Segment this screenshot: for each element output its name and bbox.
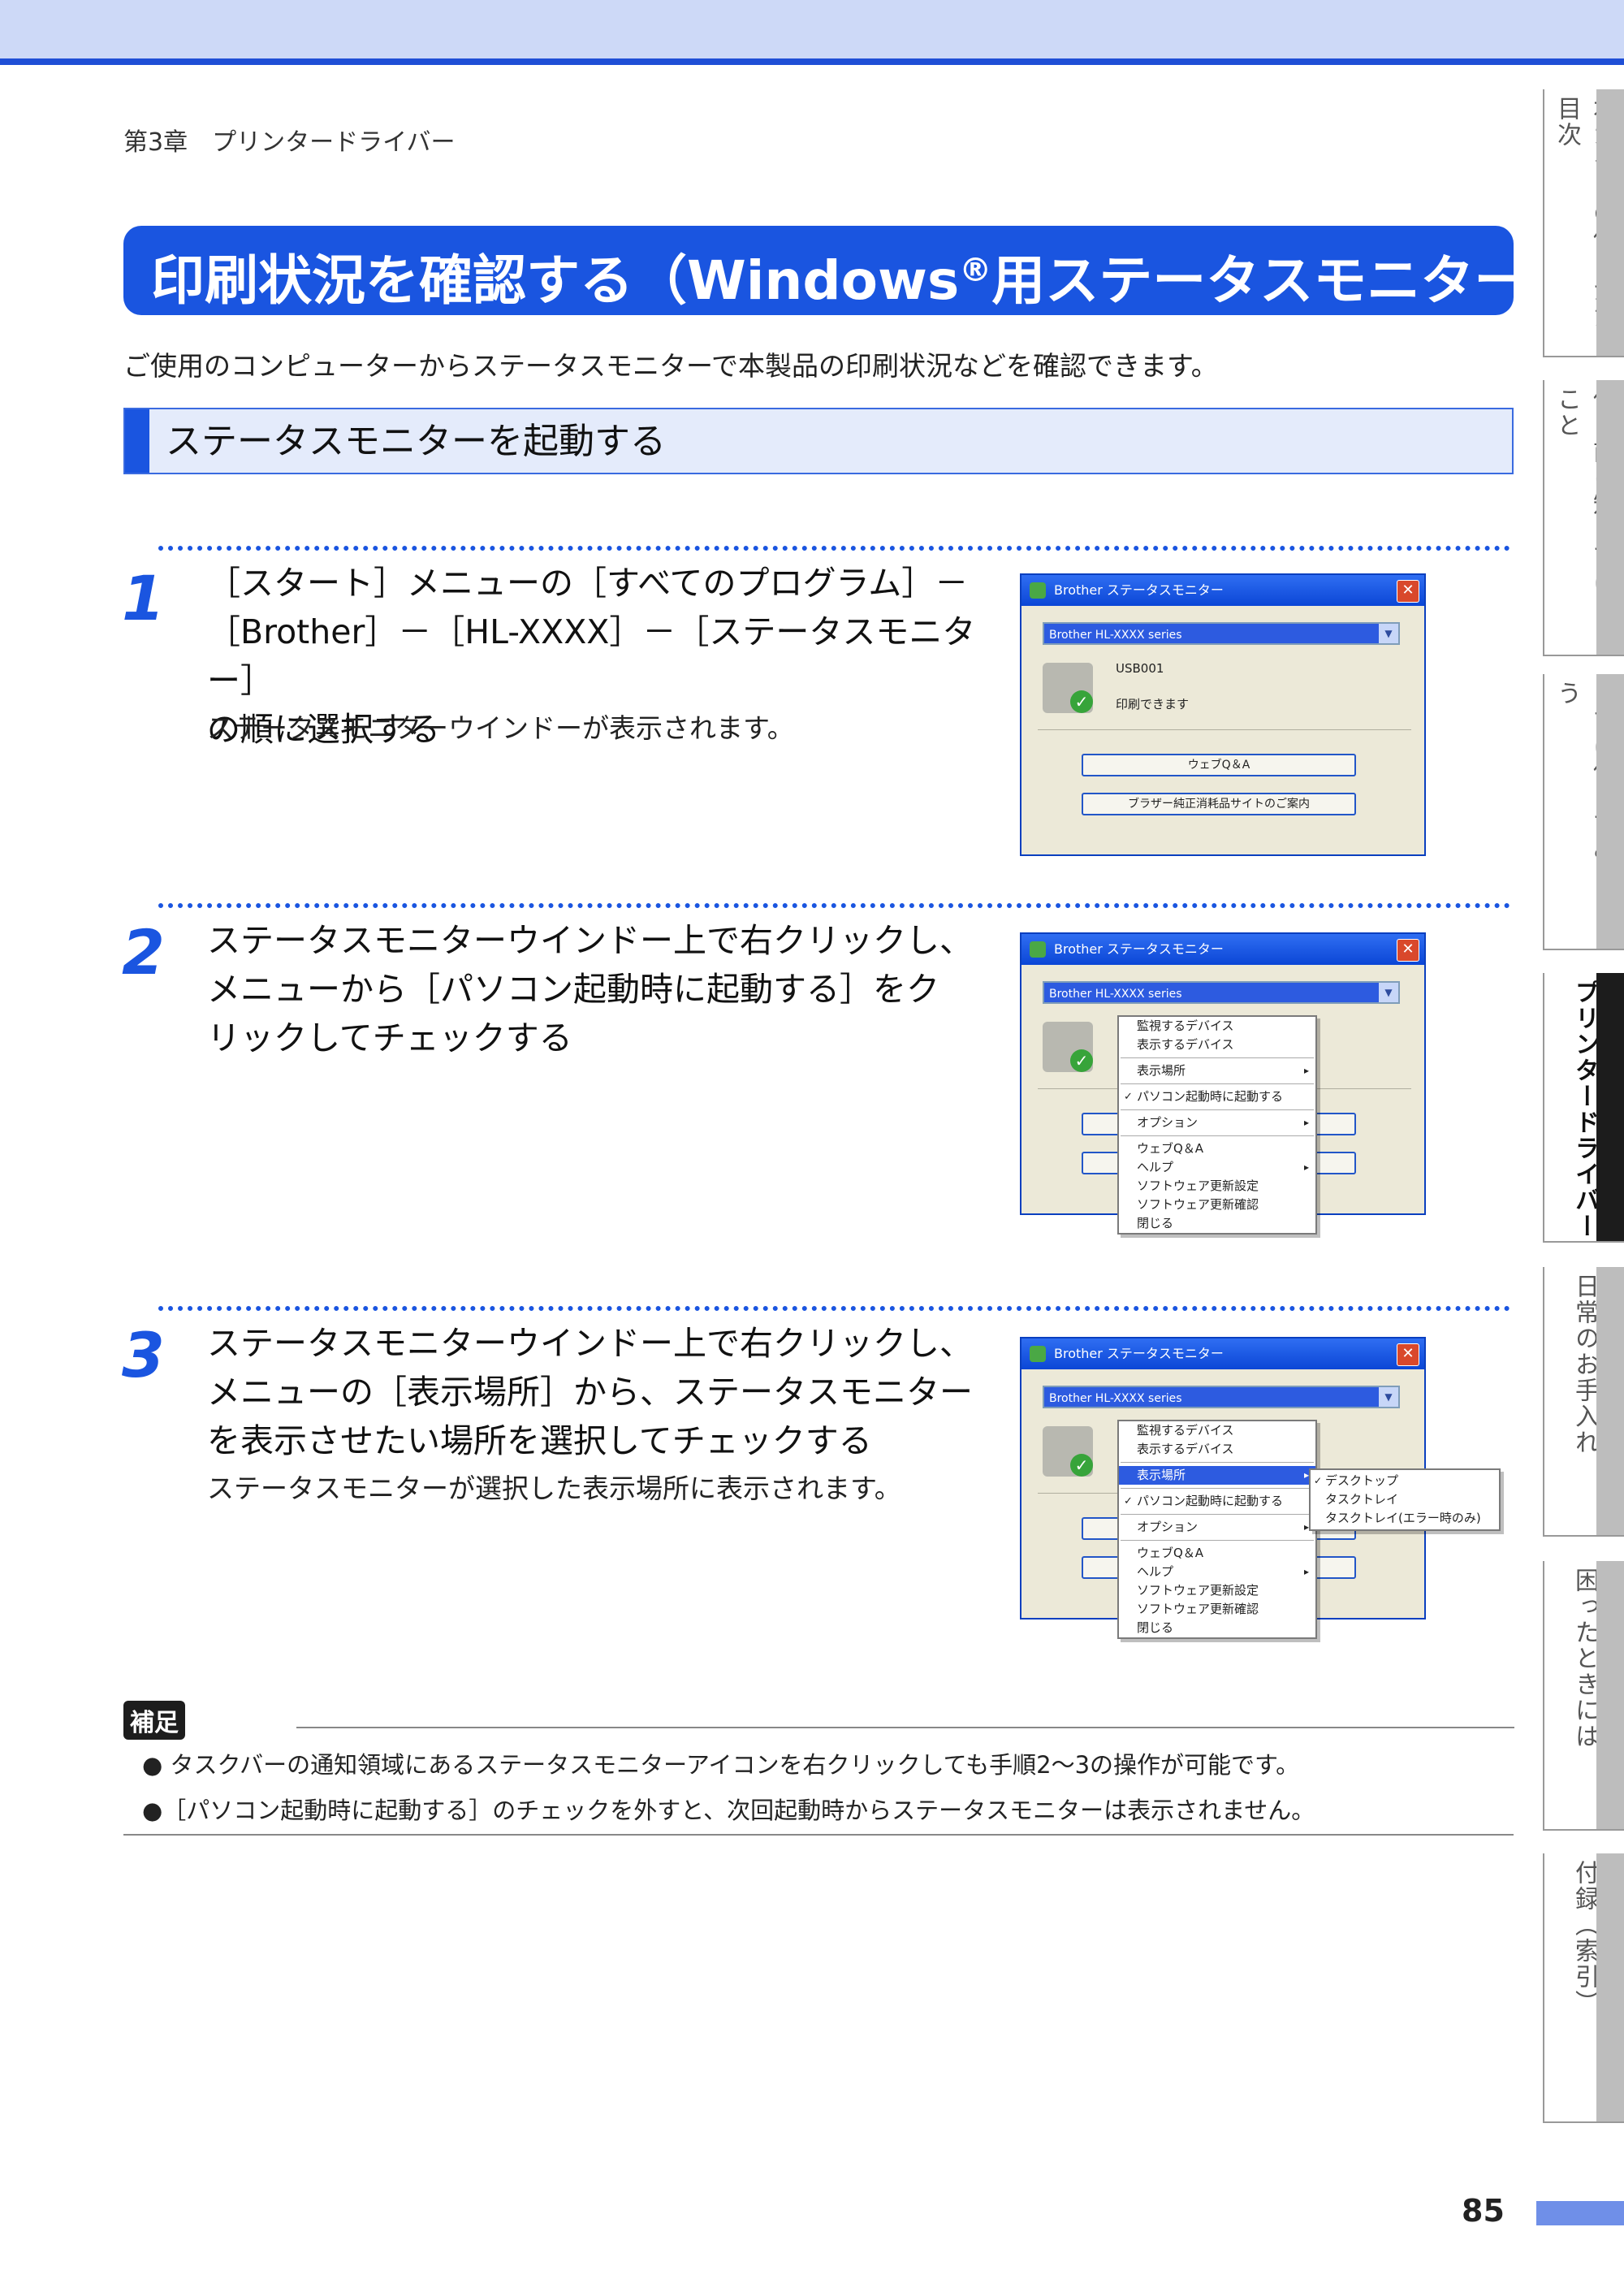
submenu-item-tasktray-error[interactable]: タスクトレイ(エラー時のみ) <box>1311 1509 1499 1528</box>
step-number: 2 <box>122 916 165 988</box>
menu-item-monitor-device[interactable]: 監視するデバイス <box>1119 1421 1315 1440</box>
chevron-down-icon: ▼ <box>1379 983 1398 1002</box>
side-tab-appendix[interactable]: 付録（索引） <box>1543 1853 1624 2123</box>
menu-separator <box>1121 1462 1314 1463</box>
window-titlebar: Brother ステータスモニター ✕ <box>1021 1338 1424 1369</box>
submenu-item-desktop[interactable]: ✓ デスクトップ <box>1311 1472 1499 1490</box>
note-bullet: ●［パソコン起動時に起動する］のチェックを外すと、次回起動時からステータスモニタ… <box>142 1797 1315 1824</box>
chapter-header: 第3章 プリンタードライバー <box>123 128 456 157</box>
menu-separator <box>1121 1488 1314 1489</box>
check-icon: ✓ <box>1070 1049 1093 1072</box>
step-instruction: ステータスモニターウインドー上で右クリックし、 メニューから［パソコン起動時に起… <box>207 921 973 1057</box>
menu-item-web-qa[interactable]: ウェブQ＆A <box>1119 1140 1315 1158</box>
device-select[interactable]: Brother HL-XXXX series ▼ <box>1043 1386 1400 1408</box>
check-icon: ✓ <box>1070 1454 1093 1477</box>
close-icon[interactable]: ✕ <box>1397 580 1419 603</box>
menu-separator <box>1121 1109 1314 1110</box>
note-badge: 補足 <box>123 1701 185 1740</box>
menu-item-update-settings[interactable]: ソフトウェア更新設定 <box>1119 1177 1315 1196</box>
menu-item-display-location[interactable]: 表示場所 <box>1119 1062 1315 1080</box>
window-titlebar: Brother ステータスモニター ✕ <box>1021 575 1424 606</box>
side-tab-before-use[interactable]: 使う前に知ってほしいこと <box>1543 380 1624 656</box>
page-number: 85 <box>1462 2193 1505 2229</box>
section-marker <box>125 409 149 473</box>
menu-item-update-check[interactable]: ソフトウェア更新確認 <box>1119 1600 1315 1619</box>
side-tab-try-it[interactable]: まずは使ってみましょう <box>1543 674 1624 950</box>
note-bullet: ● タスクバーの通知領域にあるステータスモニターアイコンを右クリックしても手順2… <box>142 1751 1300 1779</box>
menu-separator <box>1121 1514 1314 1515</box>
menu-item-help[interactable]: ヘルプ <box>1119 1563 1315 1581</box>
step-number: 3 <box>122 1319 165 1391</box>
note-rule <box>296 1727 1514 1728</box>
menu-item-close[interactable]: 閉じる <box>1119 1619 1315 1637</box>
check-icon: ✓ <box>1314 1475 1323 1486</box>
menu-separator <box>1121 1057 1314 1058</box>
menu-separator <box>1121 1083 1314 1084</box>
menu-separator <box>1121 1135 1314 1136</box>
menu-item-display-location[interactable]: 表示場所 <box>1119 1466 1315 1485</box>
status-monitor-window: Brother ステータスモニター ✕ Brother HL-XXXX serie… <box>1020 573 1426 856</box>
step-result: ステータスモニターウインドーが表示されます。 <box>207 712 794 744</box>
step-divider <box>158 903 1510 908</box>
menu-item-update-settings[interactable]: ソフトウェア更新設定 <box>1119 1581 1315 1600</box>
menu-item-launch-at-startup[interactable]: パソコン起動時に起動する <box>1119 1492 1315 1511</box>
brother-logo-icon <box>1030 941 1046 958</box>
menu-item-launch-at-startup[interactable]: パソコン起動時に起動する <box>1119 1088 1315 1106</box>
device-select[interactable]: Brother HL-XXXX series ▼ <box>1043 622 1400 645</box>
step-result: ステータスモニターが選択した表示場所に表示されます。 <box>207 1473 901 1504</box>
menu-item-display-device[interactable]: 表示するデバイス <box>1119 1440 1315 1459</box>
brother-logo-icon <box>1030 1346 1046 1362</box>
menu-item-help[interactable]: ヘルプ <box>1119 1158 1315 1177</box>
web-qa-button[interactable]: ウェブQ＆A <box>1082 754 1356 776</box>
context-menu: 監視するデバイス 表示するデバイス 表示場所 パソコン起動時に起動する オプショ… <box>1117 1420 1317 1639</box>
step-instruction: ステータスモニターウインドー上で右クリックし、 メニューの［表示場所］から、ステ… <box>207 1324 973 1460</box>
top-band <box>0 0 1624 65</box>
note-end-rule <box>123 1834 1514 1836</box>
menu-item-display-device[interactable]: 表示するデバイス <box>1119 1036 1315 1054</box>
registered-mark: ® <box>959 252 992 289</box>
brother-logo-icon <box>1030 582 1046 599</box>
side-tab-maintenance[interactable]: 日常のお手入れ <box>1543 1267 1624 1537</box>
intro-text: ご使用のコンピューターからステータスモニターで本製品の印刷状況などを確認できます… <box>123 350 1218 382</box>
close-icon[interactable]: ✕ <box>1397 1343 1419 1366</box>
side-tab-troubleshooting[interactable]: 困ったときには <box>1543 1561 1624 1831</box>
check-icon: ✓ <box>1070 690 1093 713</box>
side-tab-printer-driver[interactable]: プリンタードライバー <box>1543 973 1624 1243</box>
chevron-down-icon: ▼ <box>1379 1387 1398 1407</box>
menu-item-options[interactable]: オプション <box>1119 1114 1315 1132</box>
section-header: ステータスモニターを起動する <box>123 408 1514 474</box>
menu-separator <box>1121 1540 1314 1541</box>
step-number: 1 <box>122 562 165 634</box>
port-label: USB001 <box>1116 661 1164 676</box>
chevron-down-icon: ▼ <box>1379 624 1398 643</box>
close-icon[interactable]: ✕ <box>1397 939 1419 962</box>
context-menu: 監視するデバイス 表示するデバイス 表示場所 パソコン起動時に起動する オプショ… <box>1117 1015 1317 1235</box>
menu-item-update-check[interactable]: ソフトウェア更新確認 <box>1119 1196 1315 1214</box>
section-title: ステータスモニターを起動する <box>166 421 666 462</box>
divider <box>1038 729 1411 730</box>
display-location-submenu: ✓ デスクトップ タスクトレイ タスクトレイ(エラー時のみ) <box>1309 1468 1501 1531</box>
menu-item-close[interactable]: 閉じる <box>1119 1214 1315 1233</box>
side-tab-guide-contents[interactable]: 本ガイドの使いかた・目次 <box>1543 89 1624 357</box>
menu-item-options[interactable]: オプション <box>1119 1518 1315 1537</box>
page-number-bar <box>1536 2201 1624 2225</box>
window-titlebar: Brother ステータスモニター ✕ <box>1021 934 1424 965</box>
menu-item-web-qa[interactable]: ウェブQ＆A <box>1119 1544 1315 1563</box>
page-title: 印刷状況を確認する（Windows®用ステータスモニター） <box>123 226 1581 315</box>
menu-item-monitor-device[interactable]: 監視するデバイス <box>1119 1017 1315 1036</box>
step-divider <box>158 546 1510 551</box>
supplies-site-button[interactable]: ブラザー純正消耗品サイトのご案内 <box>1082 793 1356 815</box>
status-label: 印刷できます <box>1116 697 1190 711</box>
submenu-item-tasktray[interactable]: タスクトレイ <box>1311 1490 1499 1509</box>
device-select[interactable]: Brother HL-XXXX series ▼ <box>1043 981 1400 1004</box>
step-divider <box>158 1306 1510 1311</box>
